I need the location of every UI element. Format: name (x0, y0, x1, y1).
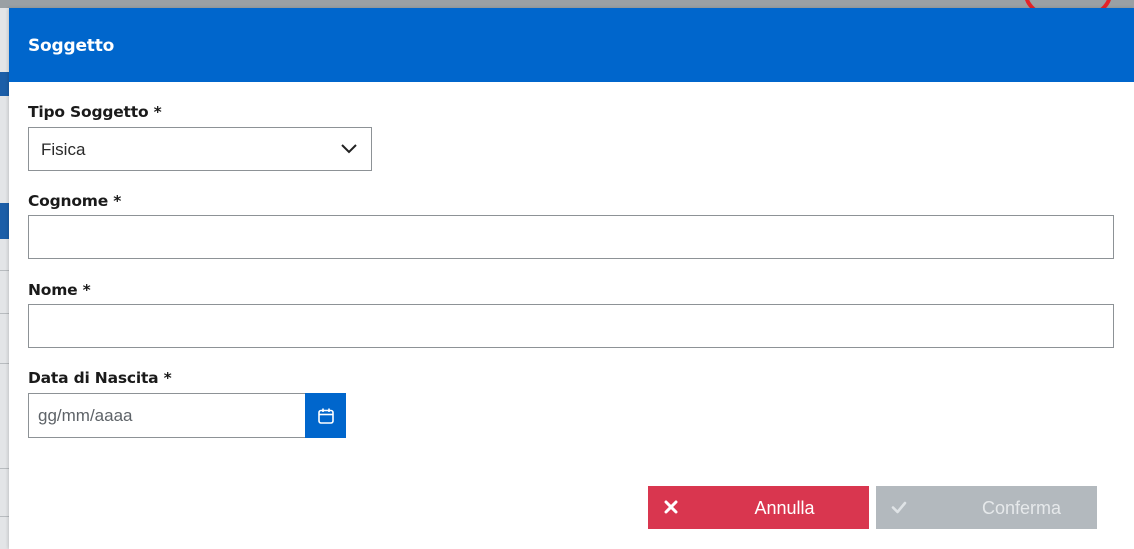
background-top-bar (0, 0, 1134, 8)
data-nascita-label: Data di Nascita * (28, 369, 172, 387)
calendar-icon (317, 408, 334, 424)
background-accent (0, 72, 9, 96)
cancel-button[interactable]: Annulla (648, 486, 869, 529)
soggetto-dialog: Soggetto Tipo Soggetto * Fisica Cognome … (9, 8, 1134, 549)
background-accent (0, 203, 9, 239)
tipo-soggetto-value: Fisica (41, 140, 86, 159)
background-divider (0, 363, 9, 364)
tipo-soggetto-label: Tipo Soggetto * (28, 103, 162, 121)
confirm-label: Conferma (981, 498, 1062, 518)
background-divider (0, 468, 9, 469)
tipo-soggetto-select[interactable]: Fisica (28, 127, 372, 171)
dialog-title: Soggetto (28, 36, 115, 56)
nome-label: Nome * (28, 281, 91, 299)
cognome-label: Cognome * (28, 192, 122, 210)
calendar-button[interactable] (305, 393, 346, 438)
background-divider (0, 516, 9, 517)
chevron-down-icon (341, 144, 357, 154)
nome-input[interactable] (28, 304, 1114, 348)
background-left-edge (0, 8, 9, 549)
dialog-header: Soggetto (9, 8, 1134, 82)
background-divider (0, 313, 9, 314)
data-nascita-input[interactable] (28, 393, 306, 438)
cancel-label: Annulla (754, 498, 815, 518)
background-divider (0, 270, 9, 271)
confirm-button[interactable]: Conferma (876, 486, 1097, 529)
cognome-input[interactable] (28, 215, 1114, 259)
